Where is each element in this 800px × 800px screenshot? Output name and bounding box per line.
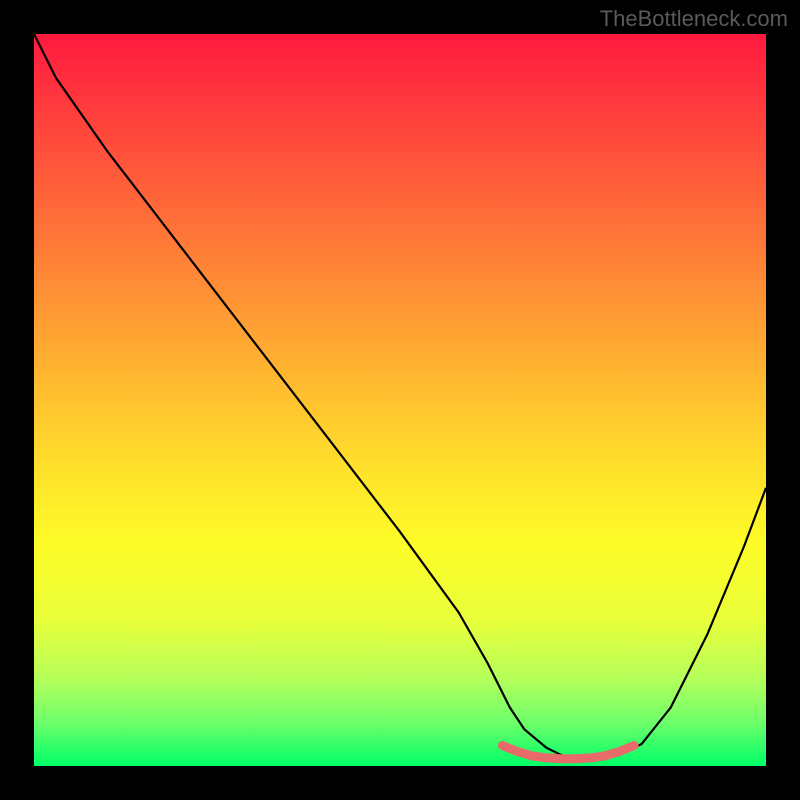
chart-svg — [34, 34, 766, 766]
main-curve-line — [34, 34, 766, 760]
plot-area — [34, 34, 766, 766]
highlight-band-line — [503, 746, 635, 759]
watermark-text: TheBottleneck.com — [600, 6, 788, 32]
